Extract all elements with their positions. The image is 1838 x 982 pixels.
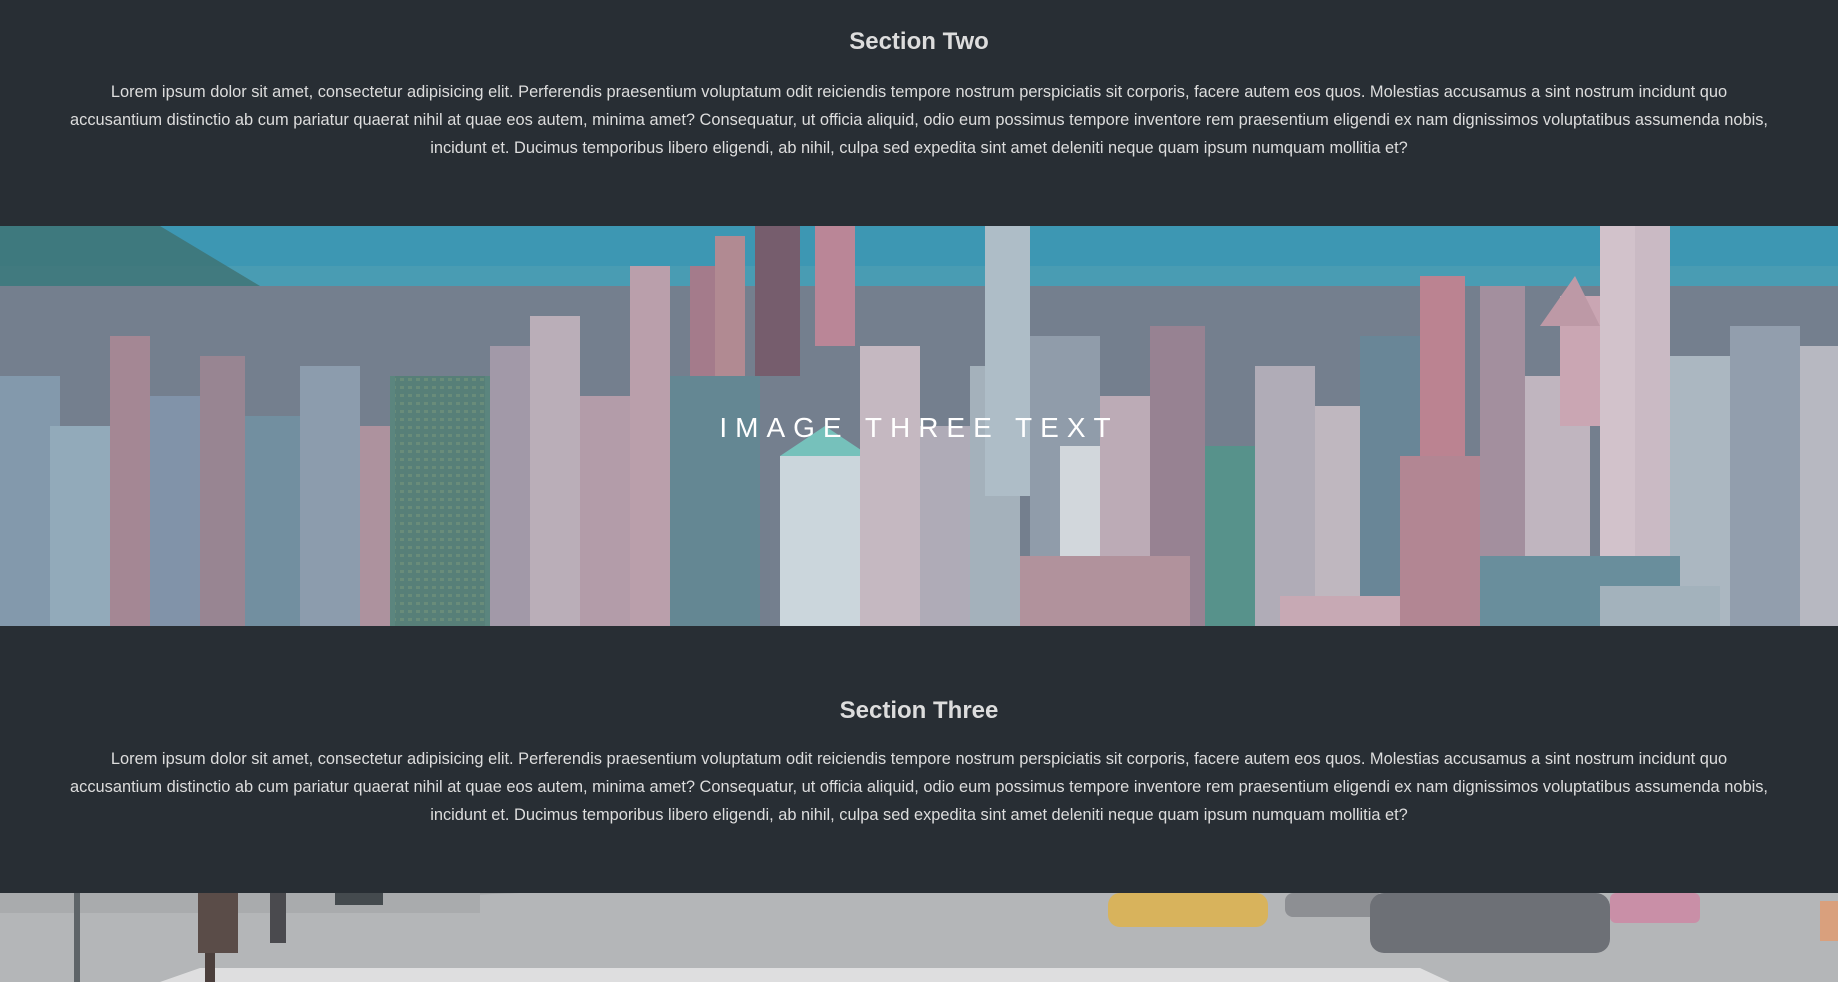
section-three-body: Lorem ipsum dolor sit amet, consectetur … xyxy=(70,750,1768,824)
page: Section Two Lorem ipsum dolor sit amet, … xyxy=(0,0,1838,982)
section-three: Section Three Lorem ipsum dolor sit amet… xyxy=(0,626,1838,893)
banner-caption: IMAGE THREE TEXT xyxy=(719,412,1119,443)
section-two-title: Section Two xyxy=(849,28,989,55)
city-image-banner: IMAGE THREE TEXT xyxy=(0,226,1838,626)
section-two-body: Lorem ipsum dolor sit amet, consectetur … xyxy=(70,83,1768,157)
street-scene-image xyxy=(0,893,1838,982)
street-image-banner xyxy=(0,893,1838,982)
section-two: Section Two Lorem ipsum dolor sit amet, … xyxy=(0,0,1838,226)
section-three-title: Section Three xyxy=(839,697,999,724)
